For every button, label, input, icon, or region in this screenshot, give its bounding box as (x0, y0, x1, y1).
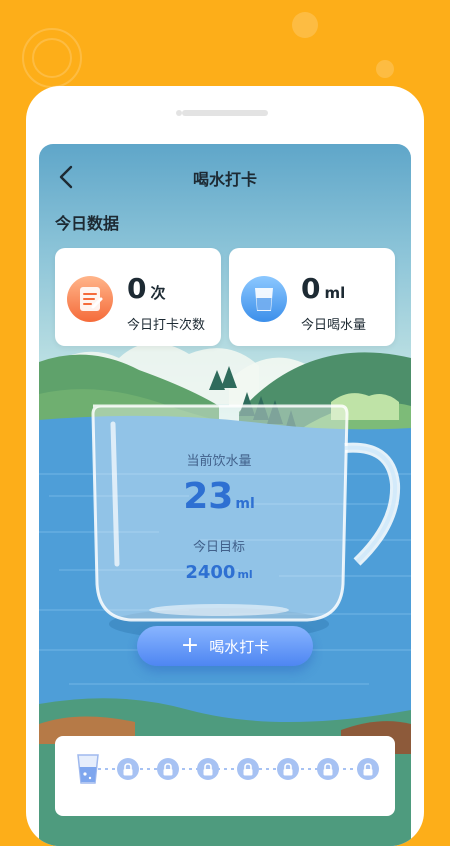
stat-card-water: 0 ml 今日喝水量 (229, 248, 395, 346)
decor-dot (292, 12, 318, 38)
stat-card-checkins: 0次 今日打卡次数 (55, 248, 221, 346)
decor-dot (376, 60, 394, 78)
checkin-button-label: 喝水打卡 (209, 637, 270, 656)
checklist-icon (67, 276, 113, 322)
lock-icon (117, 758, 139, 780)
current-intake-value: 23 ml (183, 476, 255, 517)
progress-steps (73, 750, 383, 788)
decor-ring (32, 38, 72, 78)
lock-icon (197, 758, 219, 780)
app-screen: 喝水打卡 今日数据 0次 今日打卡次数 0 ml 今日喝水量 当前饮水量 23 … (39, 144, 411, 846)
section-title: 今日数据 (55, 214, 120, 233)
page-title: 喝水打卡 (192, 170, 257, 189)
daily-goal-label: 今日目标 (192, 540, 245, 555)
checkin-button[interactable]: + 喝水打卡 (137, 626, 313, 666)
progress-card (55, 736, 395, 816)
lock-icon (357, 758, 379, 780)
lock-icon (317, 758, 339, 780)
checkin-count: 0次 (127, 272, 166, 305)
plus-icon: + (180, 633, 200, 658)
lock-icon (157, 758, 179, 780)
lock-icon (277, 758, 299, 780)
water-amount: 0 ml (301, 272, 346, 305)
water-glass-icon (241, 276, 287, 322)
checkin-count-label: 今日打卡次数 (127, 318, 206, 333)
nav-bar: 喝水打卡 (39, 144, 411, 208)
cup-icon (75, 752, 101, 786)
phone-frame: 喝水打卡 今日数据 0次 今日打卡次数 0 ml 今日喝水量 当前饮水量 23 … (26, 86, 424, 846)
lock-icon (237, 758, 259, 780)
current-intake-label: 当前饮水量 (186, 454, 252, 469)
speaker-slot (182, 110, 268, 116)
daily-goal-value: 2400 ml (185, 562, 253, 583)
water-amount-label: 今日喝水量 (301, 318, 367, 333)
